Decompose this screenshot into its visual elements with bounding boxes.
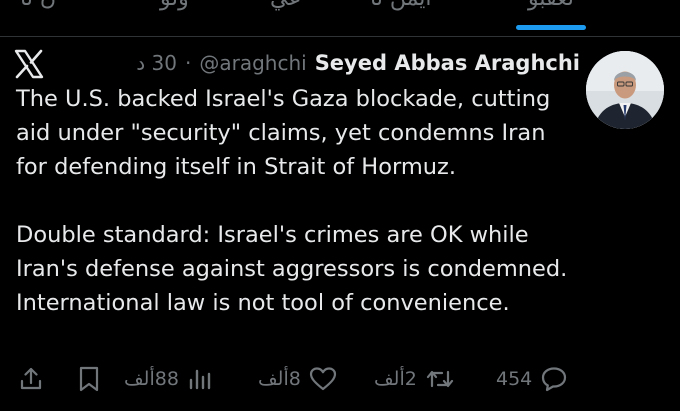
header-separator: · (184, 51, 192, 75)
post-paragraph-2: Double standard: Israel's crimes are OK … (16, 222, 568, 316)
active-tab-indicator (516, 25, 586, 30)
reposts-count: 2ألف (374, 368, 417, 390)
tab-fifth[interactable]: ن نا (20, 0, 56, 11)
tab-strip: تعقبو أيمن نا عي ولو ن نا (0, 0, 680, 37)
post-header: 30 د · @araghchi Seyed Abbas Araghchi (136, 47, 580, 79)
like-icon (309, 367, 336, 391)
share-button[interactable] (18, 362, 44, 396)
views-icon (189, 369, 211, 390)
views-button[interactable]: 88ألف (124, 362, 213, 396)
x-logo-icon (14, 49, 44, 79)
tab-third[interactable]: عي (270, 0, 301, 11)
tab-fourth[interactable]: ولو (160, 0, 189, 11)
likes-count: 8ألف (258, 368, 301, 390)
share-icon (20, 367, 42, 390)
repost-icon (426, 370, 453, 388)
author-handle[interactable]: @araghchi (199, 51, 306, 75)
repost-button[interactable]: 2ألف (374, 362, 455, 396)
post-actions: 88ألف 8ألف 2ألف 454 (0, 362, 680, 398)
reply-button[interactable]: 454 (496, 362, 568, 396)
post-time[interactable]: 30 د (136, 51, 177, 75)
post-paragraph-1: The U.S. backed Israel's Gaza blockade, … (16, 86, 551, 180)
replies-count: 454 (496, 368, 533, 390)
views-count: 88ألف (124, 368, 179, 390)
bookmark-icon (79, 366, 99, 392)
like-button[interactable]: 8ألف (258, 362, 337, 396)
post-body: The U.S. backed Israel's Gaza blockade, … (16, 82, 576, 320)
author-name[interactable]: Seyed Abbas Araghchi (315, 51, 580, 75)
tab-second[interactable]: أيمن نا (370, 0, 432, 11)
bookmark-button[interactable] (78, 362, 100, 396)
avatar[interactable] (586, 51, 664, 129)
reply-icon (542, 367, 567, 392)
tab-following[interactable]: تعقبو (528, 0, 574, 11)
